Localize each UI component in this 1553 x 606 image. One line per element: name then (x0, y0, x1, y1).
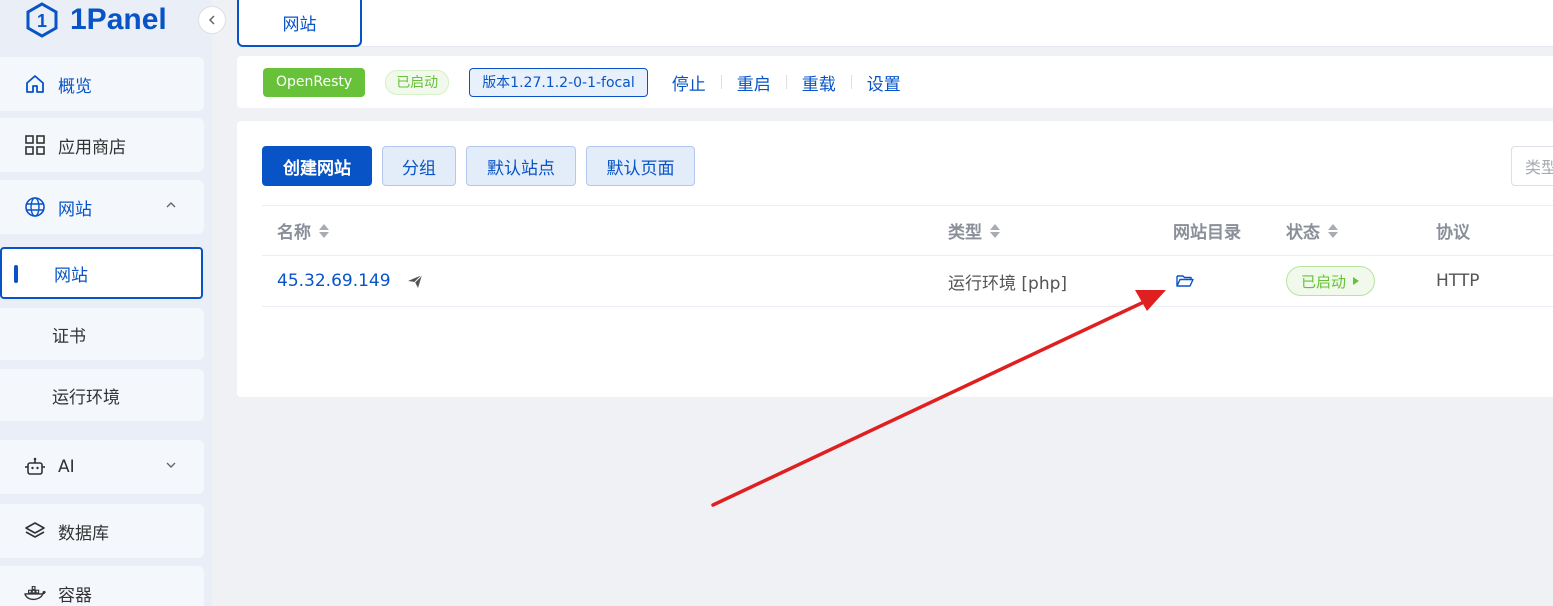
column-header-type[interactable]: 类型 (948, 206, 1000, 255)
divider (785, 75, 787, 89)
tab-website[interactable]: 网站 (237, 0, 362, 47)
column-header-status[interactable]: 状态 (1286, 206, 1338, 255)
1panel-logo-icon: 1 (26, 2, 58, 38)
sidebar-item-label: 网站 (58, 199, 92, 220)
sidebar-item-overview[interactable]: 概览 (0, 57, 204, 111)
tab-label: 网站 (282, 15, 317, 35)
home-icon (24, 73, 46, 95)
cell-protocol: HTTP (1436, 271, 1480, 291)
sidebar-subitem-label: 运行环境 (52, 387, 120, 408)
docker-icon (24, 582, 46, 604)
cell-type: 运行环境 [php] (948, 273, 1068, 294)
version-tag: 版本1.27.1.2-0-1-focal (469, 67, 648, 97)
sort-icon (319, 223, 329, 238)
sidebar-item-container[interactable]: 容器 (0, 566, 204, 606)
sidebar-item-label: 概览 (58, 76, 92, 97)
sidebar-item-label: 应用商店 (58, 137, 126, 158)
chevron-up-icon (166, 202, 176, 208)
cell-name: 45.32.69.149 (277, 256, 423, 306)
restart-button[interactable]: 重启 (737, 70, 771, 95)
sidebar-subitem-website[interactable]: 网站 (0, 247, 203, 299)
group-button[interactable]: 分组 (382, 146, 456, 186)
column-header-protocol: 协议 (1436, 223, 1470, 243)
table-header: 名称 类型 网站目录 状态 协议 (262, 205, 1553, 256)
default-site-button[interactable]: 默认站点 (466, 146, 576, 186)
svg-text:1: 1 (37, 11, 47, 31)
folder-open-icon[interactable] (1176, 273, 1194, 289)
sidebar: 1 1Panel 概览 应用商店 网站 网站 证书 运行环境 AI 数据库 容器 (0, 0, 226, 606)
robot-icon (24, 456, 46, 478)
type-filter-select[interactable]: 类型 (1511, 146, 1553, 186)
stop-button[interactable]: 停止 (672, 70, 706, 95)
caret-right-icon (1353, 277, 1360, 285)
website-name-link[interactable]: 45.32.69.149 (277, 271, 391, 291)
divider (850, 75, 852, 89)
sidebar-item-database[interactable]: 数据库 (0, 504, 204, 558)
sidebar-subitem-label: 证书 (52, 326, 86, 347)
create-website-button[interactable]: 创建网站 (262, 146, 372, 186)
column-header-site-dir: 网站目录 (1173, 223, 1241, 243)
logo-text: 1Panel (70, 3, 167, 36)
status-toggle[interactable]: 已启动 (1286, 266, 1376, 296)
sidebar-item-ai[interactable]: AI (0, 440, 204, 494)
settings-button[interactable]: 设置 (867, 70, 901, 95)
tab-bar-background (362, 0, 1553, 47)
app-status-bar: OpenResty 已启动 版本1.27.1.2-0-1-focal 停止 重启… (237, 56, 1553, 108)
app-status-badge: 已启动 (385, 69, 450, 95)
chevron-left-icon (208, 15, 215, 25)
sidebar-item-label: 容器 (58, 585, 92, 606)
sidebar-item-app-store[interactable]: 应用商店 (0, 118, 204, 172)
type-filter-placeholder: 类型 (1525, 158, 1553, 177)
cell-site-dir (1176, 256, 1194, 306)
default-page-button[interactable]: 默认页面 (586, 146, 695, 186)
sidebar-subitem-certificates[interactable]: 证书 (0, 308, 204, 360)
sidebar-item-label: 数据库 (58, 523, 109, 544)
column-header-name[interactable]: 名称 (277, 206, 329, 255)
website-list-card: 创建网站 分组 默认站点 默认页面 类型 名称 类型 网站目录 状态 (237, 121, 1553, 397)
divider (720, 75, 722, 89)
chevron-down-icon (166, 462, 176, 468)
send-icon[interactable] (407, 273, 423, 289)
collapse-sidebar-button[interactable] (198, 6, 226, 34)
grid-icon (24, 134, 46, 156)
sort-icon (1328, 223, 1338, 238)
cell-status: 已启动 (1286, 256, 1376, 306)
table-row: 45.32.69.149 运行环境 [php] 已启动 HTTP (262, 256, 1553, 307)
sort-icon (990, 223, 1000, 238)
layers-icon (24, 520, 46, 542)
sidebar-subitem-runtime[interactable]: 运行环境 (0, 369, 204, 421)
globe-icon (24, 196, 46, 218)
sidebar-subitem-label: 网站 (54, 265, 88, 286)
app-name-tag: OpenResty (263, 67, 366, 97)
sidebar-item-label: AI (58, 457, 75, 477)
app-logo: 1 1Panel (24, 0, 167, 40)
reload-button[interactable]: 重载 (802, 70, 836, 95)
sidebar-item-website[interactable]: 网站 (0, 180, 204, 234)
